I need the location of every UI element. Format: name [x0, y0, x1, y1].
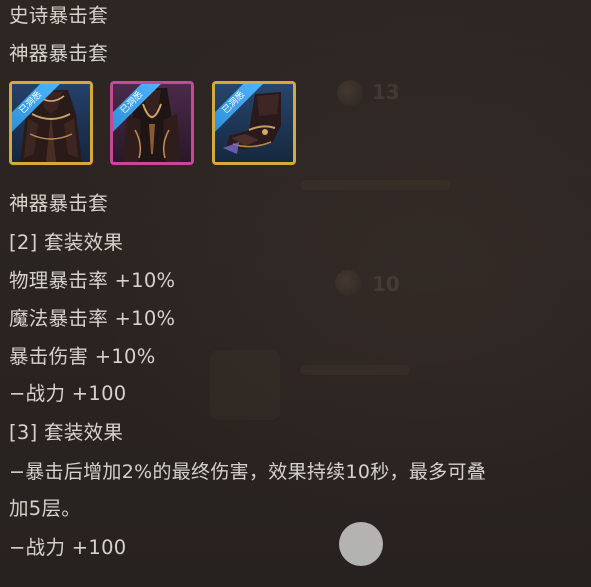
background-coin-icon: [337, 80, 363, 106]
set-bonus-2-effect: 暴击伤害 +10%: [9, 345, 156, 368]
set-bonus-2-power: −战力 +100: [9, 382, 127, 405]
set-header-artifact: 神器暴击套: [9, 42, 109, 65]
set-name: 神器暴击套: [9, 192, 109, 215]
robe-armor-icon: [12, 84, 90, 162]
background-number: 10: [372, 272, 400, 296]
background-number: 13: [372, 80, 400, 104]
set-header-epic: 史诗暴击套: [9, 4, 109, 27]
item-slot-boots[interactable]: 已洞悉: [212, 81, 296, 165]
background-bar: [300, 180, 450, 190]
set-bonus-3-title: [3] 套装效果: [9, 421, 124, 444]
background-coin-icon: [335, 270, 361, 296]
background-card: [210, 350, 280, 420]
background-bar: [300, 365, 410, 375]
item-slot-cloak[interactable]: 已洞悉: [110, 81, 194, 165]
set-bonus-3-effect-continued: 加5层。: [9, 497, 82, 520]
tooltip-panel: 13 10 史诗暴击套 神器暴击套 已洞悉 已洞悉 已洞悉 神器暴击套 [2] …: [0, 0, 591, 587]
set-bonus-2-effect: 魔法暴击率 +10%: [9, 307, 176, 330]
item-slot-robe[interactable]: 已洞悉: [9, 81, 93, 165]
set-bonus-2-effect: 物理暴击率 +10%: [9, 269, 176, 292]
boots-icon: [215, 84, 293, 162]
set-bonus-3-power: −战力 +100: [9, 536, 127, 559]
touch-indicator: [339, 522, 383, 566]
set-bonus-3-effect: −暴击后增加2%的最终伤害，效果持续10秒，最多可叠: [9, 461, 487, 483]
cloak-armor-icon: [113, 84, 191, 162]
set-bonus-2-title: [2] 套装效果: [9, 231, 124, 254]
